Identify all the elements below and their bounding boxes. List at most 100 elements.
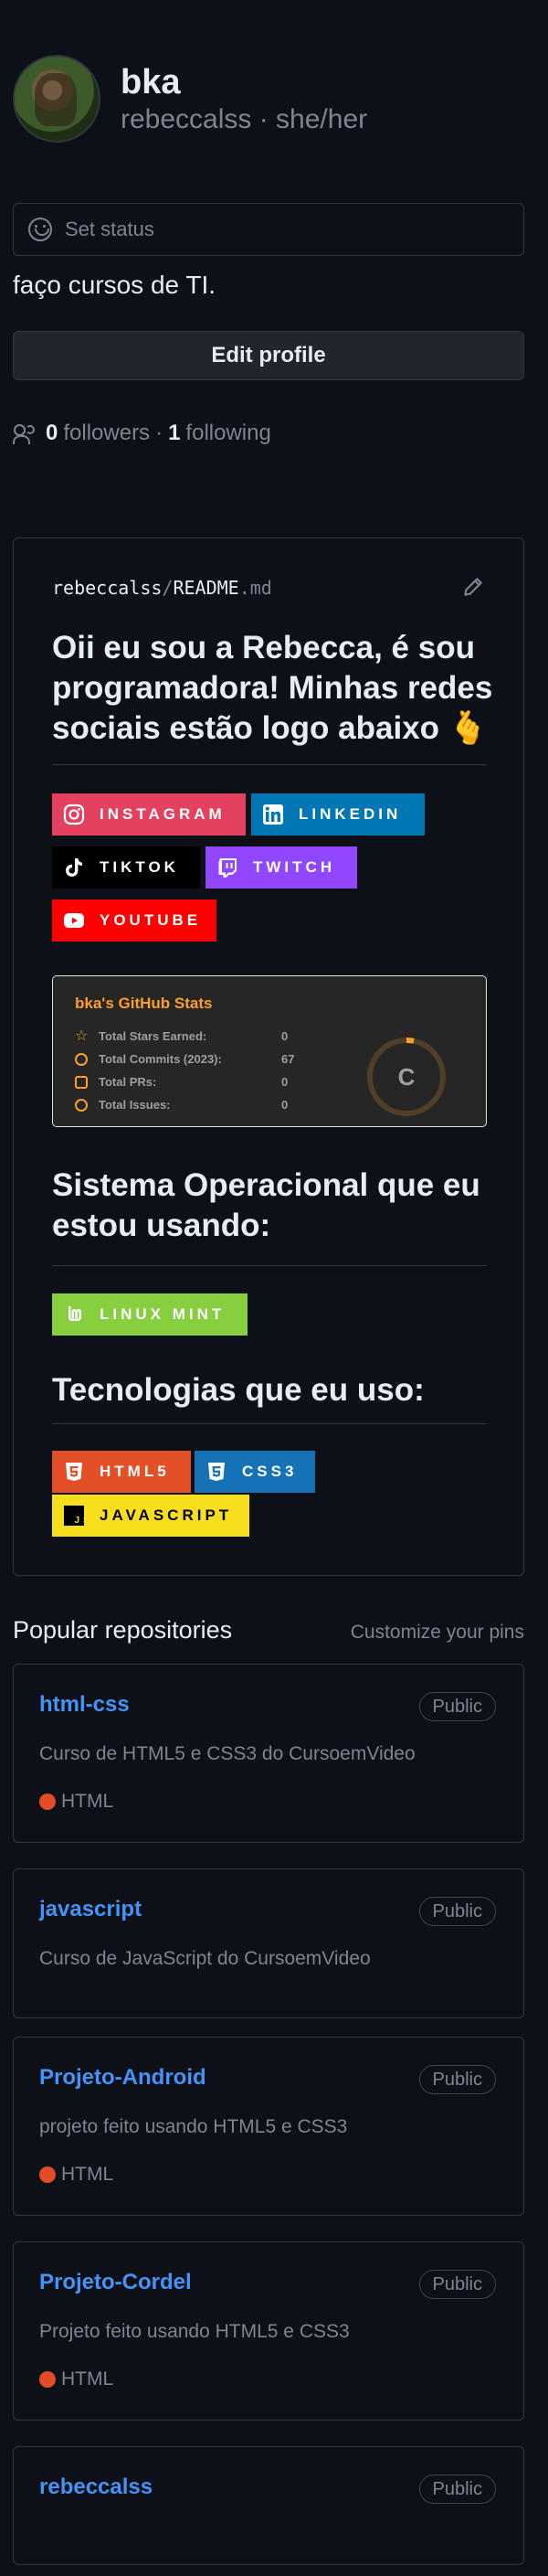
stat-label: Total PRs: bbox=[99, 1075, 157, 1089]
clock-icon bbox=[75, 1052, 88, 1066]
rank-letter: C bbox=[397, 1062, 416, 1091]
repo-language: HTML bbox=[39, 1791, 113, 1813]
linkedin-icon bbox=[263, 804, 283, 825]
repo-description: Projeto feito usando HTML5 e CSS3 bbox=[39, 2321, 350, 2342]
customize-pins-link[interactable]: Customize your pins bbox=[351, 1622, 524, 1644]
popular-repos-heading: Popular repositories bbox=[13, 1616, 233, 1644]
javascript-badge[interactable]: JS JAVASCRIPT bbox=[52, 1495, 249, 1537]
stat-value: 0 bbox=[281, 1029, 289, 1043]
language-name: HTML bbox=[61, 2164, 114, 2185]
readme-path: rebeccalss/README.md bbox=[52, 577, 272, 599]
svg-text:JS: JS bbox=[75, 1516, 86, 1526]
tiktok-badge[interactable]: TIKTOK bbox=[52, 846, 200, 889]
people-icon bbox=[13, 423, 38, 444]
language-color-dot bbox=[39, 1794, 56, 1810]
language-name: HTML bbox=[61, 1791, 114, 1812]
twitch-icon bbox=[218, 858, 237, 878]
linux-mint-icon bbox=[65, 1306, 81, 1321]
smiley-icon bbox=[28, 218, 52, 241]
pull-request-icon bbox=[75, 1075, 88, 1089]
repo-card: Projeto-Cordel Public Projeto feito usan… bbox=[13, 2241, 524, 2421]
stat-label: Total Issues: bbox=[99, 1098, 171, 1112]
readme-owner[interactable]: rebeccalss bbox=[52, 577, 162, 599]
linux-mint-badge[interactable]: LINUX MINT bbox=[52, 1293, 248, 1336]
display-name: bka bbox=[121, 63, 181, 101]
profile-names: bka rebeccalss · she/her bbox=[121, 61, 367, 136]
set-status-button[interactable]: Set status bbox=[13, 203, 524, 256]
following-count[interactable]: 1 bbox=[168, 420, 180, 446]
os-heading: Sistema Operacional que eu estou usando: bbox=[52, 1167, 480, 1243]
language-color-dot bbox=[39, 2166, 56, 2183]
repo-language: HTML bbox=[39, 2164, 113, 2186]
github-stats-card: bka's GitHub Stats ☆ Total Stars Earned: … bbox=[52, 975, 487, 1127]
repo-language: HTML bbox=[39, 2368, 113, 2390]
linkedin-badge[interactable]: LINKEDIN bbox=[251, 793, 425, 836]
visibility-badge: Public bbox=[418, 1897, 496, 1926]
readme-file[interactable]: README bbox=[173, 577, 238, 599]
html5-badge[interactable]: HTML5 bbox=[52, 1451, 191, 1493]
repo-name-link[interactable]: rebeccalss bbox=[39, 2475, 153, 2500]
path-slash: / bbox=[162, 577, 174, 599]
tiktok-label: TIKTOK bbox=[100, 858, 179, 876]
stat-value: 67 bbox=[281, 1052, 295, 1066]
heading-divider bbox=[52, 764, 487, 765]
instagram-icon bbox=[63, 804, 85, 825]
repo-name-link[interactable]: html-css bbox=[39, 1692, 130, 1718]
following-link[interactable]: following bbox=[185, 420, 270, 446]
stat-row-commits: Total Commits (2023): bbox=[75, 1052, 222, 1066]
css3-label: CSS3 bbox=[242, 1463, 298, 1480]
status-placeholder: Set status bbox=[65, 218, 154, 240]
tech-divider bbox=[52, 1423, 487, 1424]
twitch-badge[interactable]: TWITCH bbox=[206, 846, 357, 889]
repo-name-link[interactable]: javascript bbox=[39, 1897, 142, 1922]
username-pronouns: rebeccalss · she/her bbox=[121, 104, 368, 134]
followers-link[interactable]: followers bbox=[63, 420, 150, 446]
os-divider bbox=[52, 1265, 487, 1266]
language-name: HTML bbox=[61, 2368, 114, 2390]
instagram-badge[interactable]: INSTAGRAM bbox=[52, 793, 246, 836]
repo-description: Curso de JavaScript do CursoemVideo bbox=[39, 1948, 371, 1969]
visibility-badge: Public bbox=[418, 2065, 496, 2094]
stat-row-stars: ☆ Total Stars Earned: bbox=[75, 1027, 207, 1044]
stat-row-issues: Total Issues: bbox=[75, 1098, 171, 1112]
visibility-badge: Public bbox=[418, 2475, 496, 2504]
repo-card: javascript Public Curso de JavaScript do… bbox=[13, 1868, 524, 2018]
avatar[interactable] bbox=[13, 55, 100, 143]
linux-mint-label: LINUX MINT bbox=[100, 1305, 226, 1323]
stat-value: 0 bbox=[281, 1098, 289, 1112]
css3-icon bbox=[208, 1463, 225, 1481]
language-color-dot bbox=[39, 2371, 56, 2388]
followers-count[interactable]: 0 bbox=[46, 420, 58, 446]
youtube-icon bbox=[64, 913, 84, 928]
stat-label: Total Stars Earned: bbox=[99, 1029, 207, 1043]
repo-description: Curso de HTML5 e CSS3 do CursoemVideo bbox=[39, 1743, 416, 1764]
visibility-badge: Public bbox=[418, 1692, 496, 1721]
tech-heading: Tecnologias que eu uso: bbox=[52, 1372, 425, 1408]
profile-bio: faço cursos de TI. bbox=[13, 271, 216, 299]
css3-badge[interactable]: CSS3 bbox=[195, 1451, 315, 1493]
tiktok-icon bbox=[66, 858, 82, 877]
html5-icon bbox=[66, 1463, 82, 1481]
linkedin-label: LINKEDIN bbox=[299, 805, 402, 823]
visibility-badge: Public bbox=[418, 2270, 496, 2299]
repo-name-link[interactable]: Projeto-Android bbox=[39, 2065, 206, 2091]
issue-icon bbox=[75, 1098, 88, 1112]
repo-name-link[interactable]: Projeto-Cordel bbox=[39, 2270, 192, 2295]
youtube-badge[interactable]: YOUTUBE bbox=[52, 899, 216, 942]
stat-row-prs: Total PRs: bbox=[75, 1075, 156, 1089]
stats-title: bka's GitHub Stats bbox=[75, 995, 213, 1012]
edit-profile-button[interactable]: Edit profile bbox=[13, 331, 524, 380]
separator-dot: · bbox=[155, 420, 163, 445]
stat-label: Total Commits (2023): bbox=[99, 1052, 222, 1066]
repo-card: html-css Public Curso de HTML5 e CSS3 do… bbox=[13, 1664, 524, 1843]
pencil-icon[interactable] bbox=[461, 575, 485, 599]
star-icon: ☆ bbox=[75, 1027, 89, 1044]
follow-stats: 0 followers · 1 following bbox=[13, 420, 271, 446]
readme-heading: Oii eu sou a Rebecca, é sou programadora… bbox=[52, 630, 493, 746]
stat-value: 0 bbox=[281, 1075, 289, 1089]
repo-card: Projeto-Android Public projeto feito usa… bbox=[13, 2037, 524, 2216]
readme-ext: .md bbox=[238, 577, 272, 599]
javascript-label: JAVASCRIPT bbox=[100, 1506, 233, 1524]
html5-label: HTML5 bbox=[100, 1463, 170, 1480]
readme-card: rebeccalss/README.md Oii eu sou a Rebecc… bbox=[13, 538, 524, 1576]
